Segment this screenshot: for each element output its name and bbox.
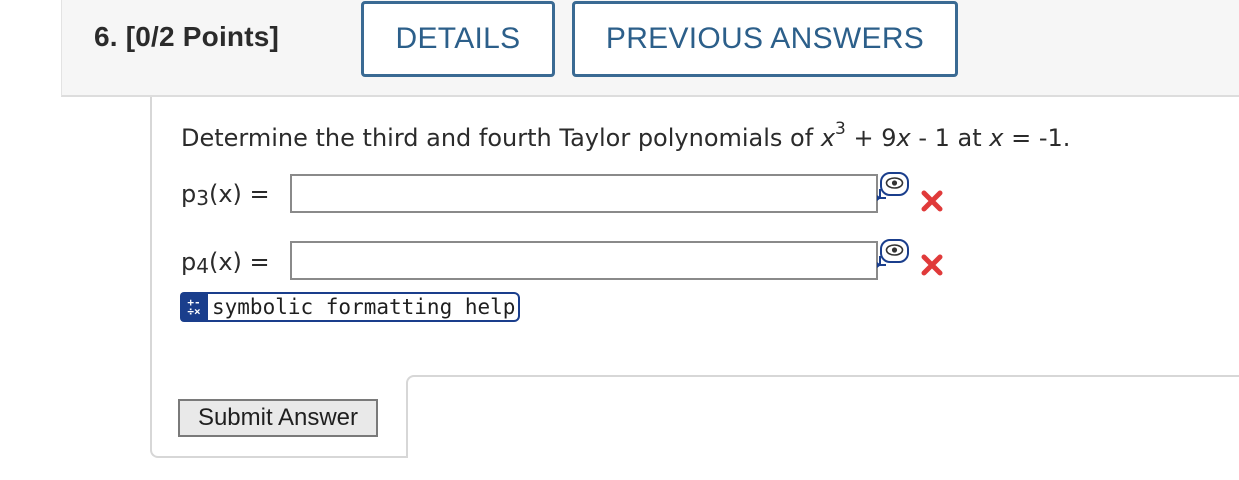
incorrect-x-icon [921, 254, 943, 276]
incorrect-x-icon [921, 190, 943, 212]
plus-minus-badge-icon: +- ÷× [180, 292, 208, 322]
previous-answers-button[interactable]: PREVIOUS ANSWERS [572, 1, 958, 77]
question-points: [0/2 Points] [125, 21, 280, 52]
submit-answer-label: Submit Answer [197, 404, 359, 431]
preview-eye-icon[interactable] [876, 238, 910, 268]
symbolic-formatting-help-link[interactable]: +- ÷× symbolic formatting help [180, 292, 521, 322]
question-prompt: Determine the third and fourth Taylor po… [181, 119, 1071, 152]
details-button[interactable]: DETAILS [361, 1, 555, 77]
footer-panel [406, 375, 1239, 458]
symbolic-formatting-help-label: symbolic formatting help [208, 292, 521, 322]
preview-eye-icon[interactable] [876, 171, 910, 201]
previous-answers-button-label: PREVIOUS ANSWERS [605, 22, 925, 55]
p4-label: p4(x) = [181, 248, 270, 278]
submit-answer-button[interactable]: Submit Answer [178, 399, 378, 437]
details-button-label: DETAILS [395, 22, 521, 55]
p3-answer-input[interactable] [290, 174, 878, 213]
question-number: 6. [94, 21, 118, 52]
p3-label: p3(x) = [181, 180, 270, 210]
question-title: 6. [0/2 Points] [94, 21, 279, 53]
p4-answer-input[interactable] [290, 241, 878, 280]
